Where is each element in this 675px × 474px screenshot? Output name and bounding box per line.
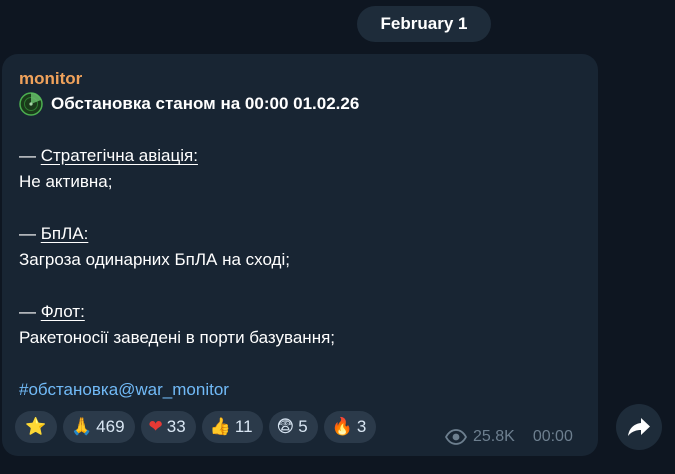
- reaction-count: 469: [96, 417, 125, 436]
- message-time: 00:00: [532, 428, 573, 445]
- reaction-heart[interactable]: ❤ 33: [140, 411, 196, 443]
- star-icon: ⭐: [25, 416, 47, 437]
- thumbs-up-icon: 👍: [209, 416, 231, 437]
- section-title: БпЛА:: [40, 224, 89, 243]
- reaction-fire[interactable]: 🔥 3: [323, 411, 377, 443]
- reaction-praying-hands[interactable]: 🙏 469: [63, 411, 135, 443]
- section-text: Загроза одинарних БпЛА на сході;: [19, 250, 290, 269]
- forward-arrow-icon: [628, 418, 650, 436]
- section-title: Флот:: [40, 302, 85, 321]
- hashtag-link[interactable]: #обстановка@war_monitor: [19, 377, 581, 403]
- section-title-line: — Стратегічна авіація:: [19, 146, 198, 165]
- section-text: Не активна;: [19, 172, 113, 191]
- date-separator-label: February 1: [380, 14, 468, 33]
- message-author[interactable]: monitor: [19, 67, 581, 91]
- headline-text: Обстановка станом на 00:00 01.02.26: [51, 94, 360, 113]
- reaction-count: 11: [234, 417, 253, 436]
- section-title: Стратегічна авіація:: [40, 146, 198, 165]
- message-body: — Стратегічна авіація: Не активна; — БпЛ…: [19, 117, 581, 403]
- section-title-line: — БпЛА:: [19, 224, 89, 243]
- reaction-thumbs-up[interactable]: 👍 11: [201, 411, 263, 443]
- section-text: Ракетоносії заведені в порти базування;: [19, 328, 336, 347]
- reaction-star[interactable]: ⭐: [15, 411, 57, 443]
- reaction-count: 33: [166, 417, 186, 436]
- reaction-count: 3: [356, 417, 367, 436]
- view-count: 25.8K: [473, 428, 515, 445]
- message-headline: Обстановка станом на 00:00 01.02.26: [19, 91, 581, 117]
- fire-icon: 🔥: [331, 416, 353, 437]
- reaction-anxious-face[interactable]: 😨 5: [268, 411, 318, 443]
- heart-icon: ❤: [148, 416, 163, 437]
- message-meta: 25.8K 00:00: [445, 428, 573, 446]
- anxious-face-icon: 😨: [276, 416, 295, 437]
- section-title-line: — Флот:: [19, 302, 85, 321]
- radar-icon: [19, 92, 43, 116]
- date-separator[interactable]: February 1: [357, 6, 491, 42]
- message-bubble[interactable]: monitor Обстановка станом на 00:00 01.02…: [2, 54, 598, 456]
- eye-icon: [445, 429, 467, 445]
- reactions-bar: ⭐ 🙏 469 ❤ 33 👍 11 😨 5 🔥 3: [15, 411, 377, 443]
- reaction-count: 5: [298, 417, 308, 436]
- forward-button[interactable]: [616, 404, 662, 450]
- praying-hands-icon: 🙏: [71, 416, 93, 437]
